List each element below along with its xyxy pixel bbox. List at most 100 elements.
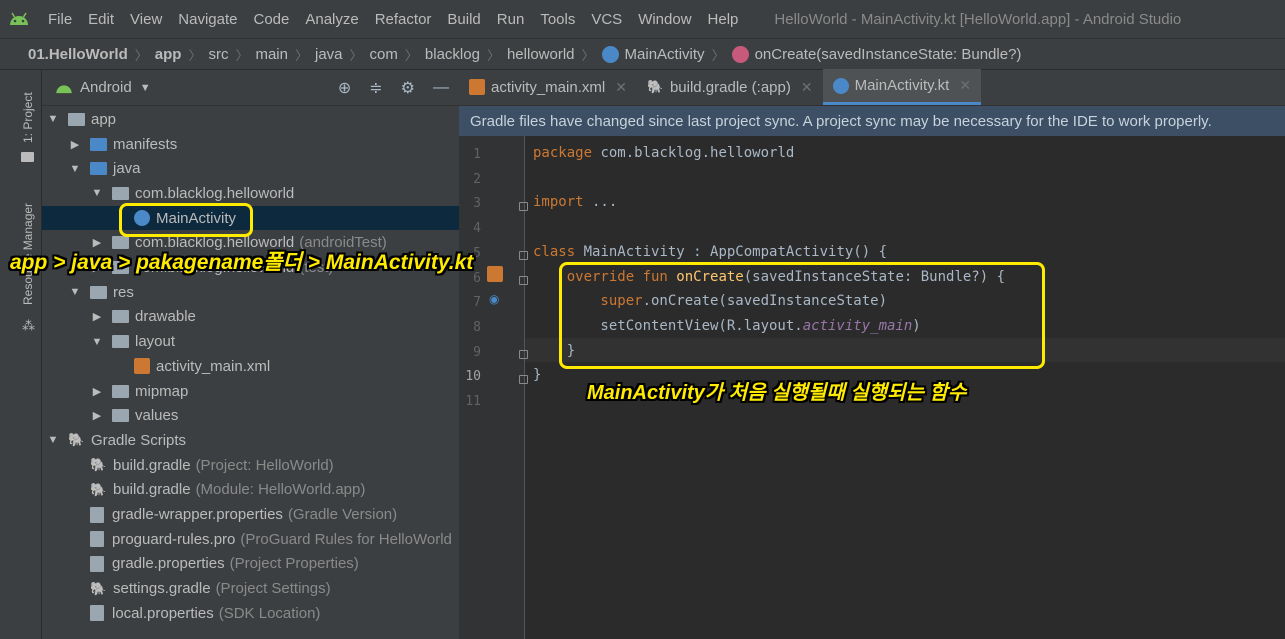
code-text: com.blacklog.helloworld [592, 145, 795, 161]
tab-project[interactable]: 1: Project [14, 84, 42, 152]
code-keyword: import [533, 194, 584, 211]
tree-item-gradle-properties[interactable]: gradle.properties (Project Properties) [42, 552, 459, 577]
tree-item-manifests[interactable]: ▶ manifests [42, 132, 459, 157]
tree-item-build-gradle-module[interactable]: 🐘 build.gradle (Module: HelloWorld.app) [42, 478, 459, 503]
breadcrumb-helloworld[interactable]: helloworld [507, 46, 575, 63]
fold-icon[interactable] [519, 251, 528, 260]
tab-project-label: 1: Project [21, 92, 35, 144]
tree-item-settings-gradle[interactable]: 🐘 settings.gradle (Project Settings) [42, 576, 459, 601]
menu-help[interactable]: Help [708, 11, 739, 28]
line-number: 7 [473, 295, 481, 311]
tab-activity-main-xml[interactable]: activity_main.xml ✕ [459, 69, 637, 105]
fold-icon[interactable] [519, 350, 528, 359]
collapsed-arrow-icon[interactable]: ▶ [90, 385, 104, 398]
breadcrumb-blacklog[interactable]: blacklog [425, 46, 480, 63]
override-icon[interactable]: ◉ [489, 292, 499, 306]
collapsed-arrow-icon[interactable]: ▶ [90, 310, 104, 323]
breadcrumb-src[interactable]: src [208, 46, 228, 63]
breadcrumb: 01.HelloWorld 〉 app 〉 src 〉 main 〉 java 〉 com… [0, 38, 1285, 70]
chevron-down-icon[interactable]: ▼ [140, 82, 151, 94]
breadcrumb-oncreate[interactable]: onCreate(savedInstanceState: Bundle?) [755, 46, 1022, 63]
fold-icon[interactable] [519, 202, 528, 211]
window-title: HelloWorld - MainActivity.kt [HelloWorld… [774, 10, 1182, 28]
menu-edit[interactable]: Edit [88, 11, 114, 28]
folder-icon [112, 310, 129, 324]
expanded-arrow-icon[interactable]: ▼ [46, 434, 60, 446]
tree-item-layout[interactable]: ▼ layout [42, 329, 459, 354]
close-icon[interactable]: ✕ [959, 77, 971, 94]
tree-item-local-properties[interactable]: local.properties (SDK Location) [42, 601, 459, 626]
left-edge-stripe [0, 70, 14, 639]
menu-view[interactable]: View [130, 11, 162, 28]
path-annotation: app > java > pakagename폴더 > MainActivity… [10, 251, 474, 274]
breadcrumb-com[interactable]: com [370, 46, 398, 63]
properties-file-icon [90, 605, 104, 622]
breadcrumb-app[interactable]: app [155, 46, 182, 63]
expanded-arrow-icon[interactable]: ▼ [68, 286, 82, 298]
menu-window[interactable]: Window [638, 11, 691, 28]
menu-analyze[interactable]: Analyze [305, 11, 358, 28]
collapsed-arrow-icon[interactable]: ▶ [68, 138, 82, 151]
xml-file-icon [469, 79, 485, 95]
fold-icon[interactable] [519, 375, 528, 384]
tree-item-java[interactable]: ▼ java [42, 156, 459, 181]
tree-label: proguard-rules.pro [112, 530, 236, 548]
expanded-arrow-icon[interactable]: ▼ [90, 336, 104, 348]
line-number: 9 [473, 344, 481, 360]
tree-item-mipmap[interactable]: ▶ mipmap [42, 379, 459, 404]
res-folder-icon [90, 285, 107, 299]
layout-file-icon[interactable] [487, 266, 503, 282]
tree-item-build-gradle-project[interactable]: 🐘 build.gradle (Project: HelloWorld) [42, 453, 459, 478]
collapsed-arrow-icon[interactable]: ▶ [90, 409, 104, 422]
gear-icon[interactable]: ⚙ [401, 78, 415, 98]
code-line-11[interactable]: } [533, 367, 541, 383]
tree-label: settings.gradle [113, 580, 211, 598]
code-line-6[interactable]: class MainActivity : AppCompatActivity()… [533, 244, 887, 260]
menu-file[interactable]: File [48, 11, 72, 28]
tree-label: app [91, 110, 117, 128]
tree-item-drawable[interactable]: ▶ drawable [42, 305, 459, 330]
view-selector[interactable]: Android [80, 79, 132, 96]
menu-navigate[interactable]: Navigate [178, 11, 237, 28]
close-icon[interactable]: ✕ [615, 79, 627, 96]
tree-item-res[interactable]: ▼ res [42, 280, 459, 305]
menu-tools[interactable]: Tools [540, 11, 575, 28]
close-icon[interactable]: ✕ [801, 79, 813, 96]
locate-icon[interactable]: ⊕ [338, 78, 351, 98]
menu-vcs[interactable]: VCS [591, 11, 622, 28]
expanded-arrow-icon[interactable]: ▼ [68, 163, 82, 175]
code-line-1[interactable]: package com.blacklog.helloworld [533, 145, 794, 161]
tab-build-gradle[interactable]: 🐘 build.gradle (:app) ✕ [637, 69, 823, 105]
code-keyword: class [533, 243, 576, 260]
breadcrumb-main[interactable]: main [255, 46, 288, 63]
breadcrumb-java[interactable]: java [315, 46, 343, 63]
fold-icon[interactable] [519, 276, 528, 285]
breadcrumb-mainactivity[interactable]: MainActivity [625, 46, 705, 63]
tree-item-activity-main-xml[interactable]: activity_main.xml [42, 354, 459, 379]
menu-refactor[interactable]: Refactor [375, 11, 432, 28]
tree-item-proguard[interactable]: proguard-rules.pro (ProGuard Rules for H… [42, 527, 459, 552]
collapse-all-icon[interactable]: ≑ [369, 78, 382, 98]
menu-run[interactable]: Run [497, 11, 525, 28]
chevron-right-icon: 〉 [188, 47, 202, 63]
tree-item-values[interactable]: ▶ values [42, 403, 459, 428]
tree-item-gradle-wrapper[interactable]: gradle-wrapper.properties (Gradle Versio… [42, 502, 459, 527]
tree-hint: (ProGuard Rules for HelloWorld [240, 530, 452, 548]
tree-item-gradle-scripts[interactable]: ▼ 🐘 Gradle Scripts [42, 428, 459, 453]
menu-code[interactable]: Code [253, 11, 289, 28]
chevron-right-icon: 〉 [235, 47, 249, 63]
chevron-right-icon: 〉 [349, 47, 363, 63]
tab-mainactivity-kt[interactable]: MainActivity.kt ✕ [822, 69, 982, 105]
properties-file-icon [90, 506, 104, 523]
menu-build[interactable]: Build [447, 11, 480, 28]
tree-item-package[interactable]: ▼ com.blacklog.helloworld [42, 181, 459, 206]
tree-item-app[interactable]: ▼ app [42, 107, 459, 132]
hide-icon[interactable]: — [433, 79, 449, 97]
tree-label: local.properties [112, 604, 214, 622]
expanded-arrow-icon[interactable]: ▼ [46, 113, 60, 125]
breadcrumb-project[interactable]: 01.HelloWorld [28, 46, 128, 63]
expanded-arrow-icon[interactable]: ▼ [90, 187, 104, 199]
mainactivity-highlight-box [119, 203, 253, 237]
code-line-3[interactable]: import ... [533, 194, 617, 210]
line-number: 3 [473, 196, 481, 212]
